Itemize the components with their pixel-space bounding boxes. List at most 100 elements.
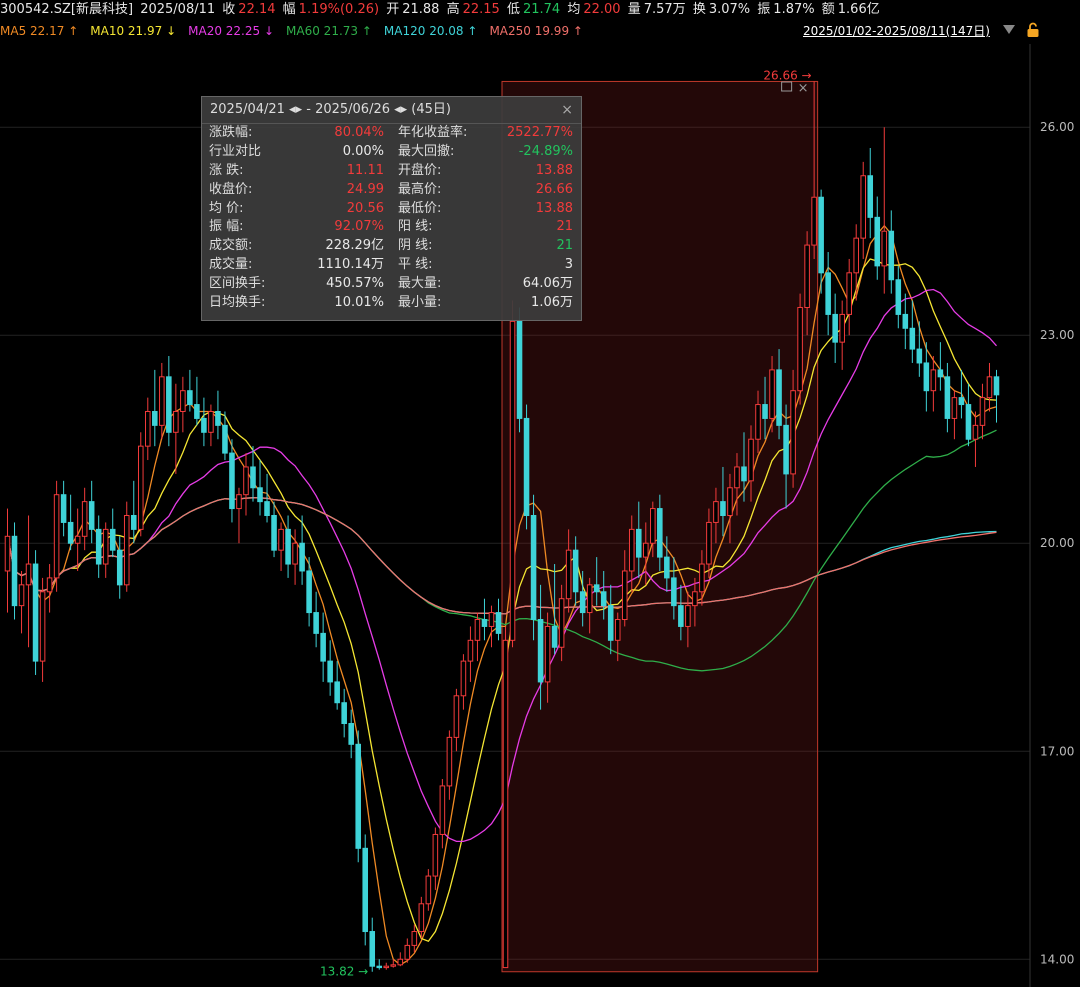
ma-legend-item: MA10 21.97 ↓ (90, 24, 177, 38)
candle-body (565, 549, 572, 600)
stats-value: 1110.14万 (317, 257, 384, 273)
candle-body (551, 625, 558, 648)
stats-cell: 日均换手: 10.01% (202, 294, 391, 313)
candle-body (874, 216, 881, 267)
candle-body (502, 639, 509, 969)
candle-body (804, 244, 810, 308)
stats-value: 0.00% (342, 143, 384, 159)
stats-value: 92.07% (334, 219, 384, 235)
stats-value: 21 (556, 238, 573, 254)
candle-body (818, 196, 824, 274)
stats-label: 成交量: (209, 257, 253, 273)
candle-body (81, 501, 88, 537)
candle-body (902, 313, 909, 329)
candle-body (860, 175, 867, 239)
candle-body (116, 549, 123, 586)
candle-body (930, 369, 937, 392)
ma-trend-arrow: ↓ (166, 24, 177, 38)
candle-body (628, 528, 635, 572)
candle-body (579, 591, 586, 614)
candle-body (783, 424, 789, 475)
candle-body (355, 743, 361, 849)
candle-body (853, 237, 859, 274)
candle-body (453, 695, 460, 738)
stats-label: 最大量: (398, 276, 442, 292)
candle-body (937, 369, 944, 378)
candle-body (102, 528, 109, 565)
candle-body (972, 424, 979, 440)
stats-row: 振 幅: 92.07% 阳 线: 21 (202, 218, 581, 237)
candle-body (734, 466, 740, 489)
stats-label: 阳 线: (398, 219, 433, 235)
stats-value: 13.88 (535, 162, 573, 178)
stats-cell: 阳 线: 21 (391, 218, 580, 237)
candle-body (159, 376, 165, 426)
candle-body (916, 348, 923, 364)
candle-body (614, 619, 621, 641)
open-label: 开 (386, 2, 400, 17)
candle-body (692, 591, 698, 607)
candle-body (530, 515, 537, 621)
candle-body (607, 605, 614, 641)
candle-body (53, 494, 60, 579)
stats-cell: 涨跌幅: 80.04% (202, 124, 391, 143)
y-tick-label: 17.00 (1040, 744, 1074, 758)
candle-body (748, 438, 754, 482)
stats-cell: 最高价: 26.66 (391, 181, 580, 200)
candle-body (678, 605, 684, 627)
candle-body (439, 785, 446, 835)
ma-trend-arrow: ↓ (263, 24, 275, 38)
candle-body (811, 196, 817, 246)
candle-body (895, 279, 902, 315)
stats-label: 年化收益率: (398, 125, 468, 140)
candle-body (776, 369, 782, 426)
stats-cell: 收盘价: 24.99 (202, 181, 391, 200)
candle-body (474, 619, 481, 641)
candle-body (109, 528, 116, 551)
stats-cell: 均 价: 20.56 (202, 200, 391, 219)
candle-body (797, 306, 803, 392)
candle-body (881, 230, 888, 267)
candle-body (271, 515, 277, 551)
stats-row: 均 价: 20.56 最低价: 13.88 (202, 200, 581, 219)
candle-body (257, 487, 263, 503)
amp-value: 1.87% (773, 2, 815, 17)
candle-body (488, 612, 495, 627)
stats-label: 涨 跌: (209, 162, 244, 178)
candle-body (376, 965, 383, 969)
candle-body (951, 397, 958, 419)
stats-label: 均 价: (209, 200, 244, 216)
candle-body (650, 508, 656, 544)
candle-body (741, 466, 747, 482)
candle-body (313, 612, 319, 634)
stats-cell: 平 线: 3 (391, 256, 580, 275)
stats-cell: 最低价: 13.88 (391, 200, 580, 219)
candle-body (727, 487, 733, 517)
lock-icon[interactable] (1026, 22, 1040, 38)
close-icon[interactable]: × (561, 97, 573, 123)
candle-body (586, 584, 593, 614)
candle-body (18, 584, 25, 607)
vol-label: 量 (627, 2, 641, 17)
change-value: 1.19%(0.26) (298, 2, 380, 17)
candle-body (965, 404, 972, 440)
stats-cell: 成交额: 228.29亿 (202, 237, 391, 256)
candle-body (720, 501, 726, 517)
stats-row: 成交额: 228.29亿阴 线: 21 (202, 237, 581, 256)
candle-body (348, 723, 354, 745)
stats-label: 最大回撤: (398, 143, 455, 159)
candle-body (243, 466, 249, 496)
ma-legend-item: MA5 22.17 ↑ (0, 24, 79, 38)
ma-legend-item: MA60 21.73 ↑ (286, 24, 372, 38)
stats-cell: 行业对比 0.00% (202, 143, 391, 162)
candle-body (832, 313, 838, 343)
candle-body (32, 563, 39, 662)
date-range-selector[interactable]: 2025/01/02-2025/08/11(147日) (803, 22, 990, 40)
candle-body (839, 313, 845, 343)
candle-body (888, 230, 895, 281)
candle-body (180, 390, 186, 412)
candle-body (88, 501, 95, 530)
stats-row: 区间换手: 450.57% 最大量: 64.06万 (202, 275, 581, 294)
dropdown-triangle-icon[interactable] (1003, 25, 1015, 34)
y-tick-label: 26.00 (1040, 120, 1074, 134)
